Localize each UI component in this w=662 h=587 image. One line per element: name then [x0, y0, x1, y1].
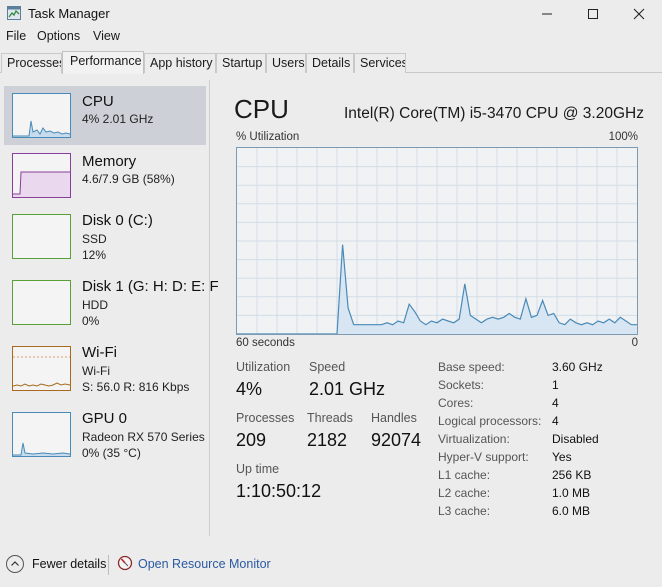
- disk-1-thumbnail-graph: [12, 280, 71, 325]
- graph-x-left-label: 60 seconds: [236, 337, 295, 349]
- performance-sidebar: CPU 4% 2.01 GHz Memory 4.6/7.9 GB (58%) …: [0, 80, 219, 540]
- sidebar-item-detail: 0%: [82, 314, 100, 328]
- sidebar-item-label: CPU: [82, 93, 114, 110]
- title-bar[interactable]: Task Manager: [0, 0, 662, 27]
- spec-key: L3 cache:: [438, 504, 491, 518]
- gpu-thumbnail-graph: [12, 412, 71, 457]
- wifi-thumbnail-graph: [12, 346, 71, 391]
- chevron-up-icon[interactable]: [6, 555, 24, 573]
- sidebar-item-disk-1[interactable]: Disk 1 (G: H: D: E: F HDD 0%: [4, 273, 219, 337]
- spec-key: Base speed:: [438, 360, 505, 374]
- maximize-button[interactable]: [570, 0, 616, 27]
- sidebar-item-detail: 4.6/7.9 GB (58%): [82, 172, 175, 186]
- tab-processes[interactable]: Processes: [1, 53, 62, 73]
- cpu-utilization-chart: [237, 148, 637, 334]
- sidebar-item-detail: SSD: [82, 232, 107, 246]
- spec-value: 4: [552, 396, 559, 410]
- spec-value: Yes: [552, 450, 572, 464]
- open-resource-monitor-link[interactable]: Open Resource Monitor: [138, 557, 271, 571]
- spec-value: 1.0 MB: [552, 486, 591, 500]
- sidebar-item-memory[interactable]: Memory 4.6/7.9 GB (58%): [4, 146, 206, 206]
- tab-details[interactable]: Details: [306, 53, 354, 73]
- task-manager-icon: [7, 6, 21, 20]
- uptime-label: Up time: [236, 462, 280, 476]
- tab-users[interactable]: Users: [266, 53, 306, 73]
- graph-y-max-label: 100%: [608, 131, 638, 143]
- minimize-button[interactable]: [524, 0, 570, 27]
- tab-services[interactable]: Services: [354, 53, 406, 73]
- menu-bar: File Options View: [0, 29, 662, 47]
- sidebar-item-detail: Radeon RX 570 Series: [82, 430, 205, 444]
- spec-value: 6.0 MB: [552, 504, 591, 518]
- sidebar-item-label: Disk 0 (C:): [82, 212, 153, 229]
- spec-key: Cores:: [438, 396, 474, 410]
- sidebar-item-detail: 4% 2.01 GHz: [82, 112, 154, 126]
- speed-label: Speed: [309, 360, 346, 374]
- handles-value: 92074: [371, 430, 422, 450]
- cpu-utilization-graph[interactable]: [236, 147, 638, 335]
- speed-value: 2.01 GHz: [309, 379, 386, 399]
- utilization-label: Utilization: [236, 360, 291, 374]
- spec-value: 256 KB: [552, 468, 592, 482]
- spec-value: 3.60 GHz: [552, 360, 603, 374]
- resource-monitor-icon: [117, 555, 133, 571]
- processes-value: 209: [236, 430, 267, 450]
- sidebar-item-detail: 0% (35 °C): [82, 446, 141, 460]
- sidebar-item-label: GPU 0: [82, 410, 128, 427]
- spec-key: Hyper-V support:: [438, 450, 529, 464]
- minimize-icon: [542, 13, 552, 14]
- handles-label: Handles: [371, 411, 417, 425]
- tab-app-history[interactable]: App history: [144, 53, 216, 73]
- footer-bar: Fewer details Open Resource Monitor: [0, 551, 662, 581]
- menu-view[interactable]: View: [93, 29, 120, 43]
- sidebar-item-gpu-0[interactable]: GPU 0 Radeon RX 570 Series 0% (35 °C): [4, 405, 206, 469]
- cpu-thumbnail-graph: [12, 93, 71, 138]
- tab-performance[interactable]: Performance: [62, 51, 144, 74]
- spec-value: 4: [552, 414, 559, 428]
- close-button[interactable]: [616, 0, 662, 27]
- threads-label: Threads: [307, 411, 353, 425]
- close-icon: [633, 8, 645, 19]
- menu-options[interactable]: Options: [37, 29, 80, 43]
- menu-file[interactable]: File: [6, 29, 26, 43]
- tab-bar: Processes Performance App history Startu…: [0, 51, 662, 74]
- maximize-icon: [588, 8, 598, 19]
- sidebar-item-cpu[interactable]: CPU 4% 2.01 GHz: [4, 86, 206, 145]
- spec-key: Logical processors:: [438, 414, 542, 428]
- sidebar-item-detail: 12%: [82, 248, 107, 262]
- spec-key: L2 cache:: [438, 486, 491, 500]
- cpu-model-name: Intel(R) Core(TM) i5-3470 CPU @ 3.20GHz: [344, 105, 644, 122]
- sidebar-item-detail: Wi-Fi: [82, 364, 110, 378]
- memory-thumbnail-graph: [12, 153, 71, 198]
- fewer-details-button[interactable]: Fewer details: [32, 557, 106, 571]
- tab-startup[interactable]: Startup: [216, 53, 266, 73]
- spec-key: Virtualization:: [438, 432, 510, 446]
- sidebar-item-label: Wi-Fi: [82, 344, 117, 361]
- uptime-value: 1:10:50:12: [236, 481, 322, 501]
- spec-value: 1: [552, 378, 559, 392]
- utilization-value: 4%: [236, 379, 263, 399]
- spec-key: L1 cache:: [438, 468, 491, 482]
- sidebar-item-label: Disk 1 (G: H: D: E: F: [82, 278, 219, 295]
- window-title: Task Manager: [28, 6, 110, 21]
- processes-label: Processes: [236, 411, 295, 425]
- graph-y-label: % Utilization: [236, 131, 300, 143]
- graph-x-right-label: 0: [631, 337, 638, 349]
- sidebar-item-wifi[interactable]: Wi-Fi Wi-Fi S: 56.0 R: 816 Kbps: [4, 339, 206, 403]
- spec-key: Sockets:: [438, 378, 485, 392]
- spec-value: Disabled: [552, 432, 599, 446]
- sidebar-item-label: Memory: [82, 153, 137, 170]
- cpu-detail-panel: CPU Intel(R) Core(TM) i5-3470 CPU @ 3.20…: [210, 80, 662, 540]
- sidebar-item-disk-0[interactable]: Disk 0 (C:) SSD 12%: [4, 207, 206, 271]
- sidebar-item-detail: S: 56.0 R: 816 Kbps: [82, 380, 190, 394]
- page-title: CPU: [234, 94, 289, 124]
- threads-value: 2182: [307, 430, 348, 450]
- footer-divider: [108, 555, 109, 575]
- disk-0-thumbnail-graph: [12, 214, 71, 259]
- sidebar-item-detail: HDD: [82, 298, 108, 312]
